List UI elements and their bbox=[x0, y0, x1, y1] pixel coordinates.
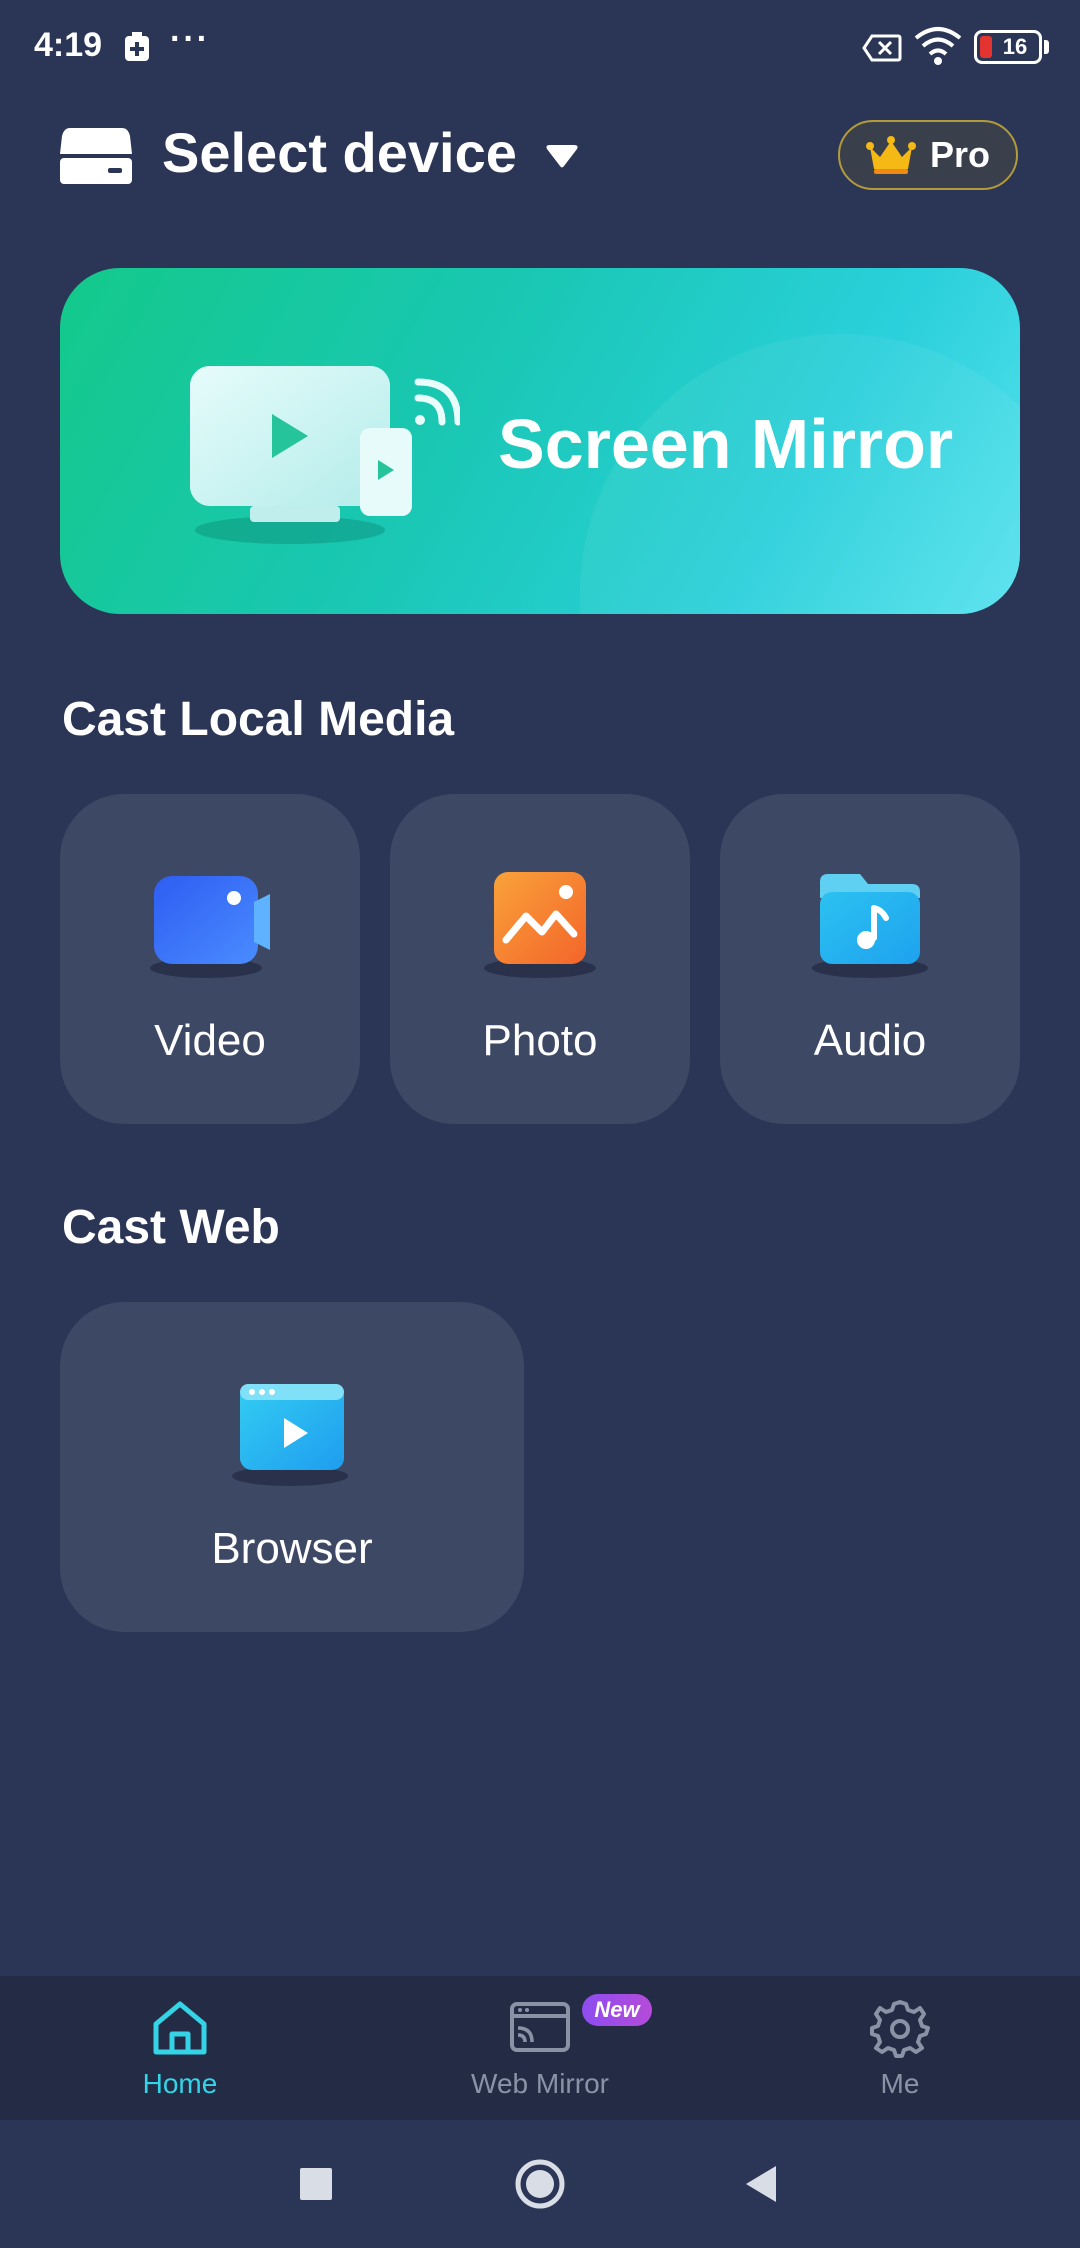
caret-down-icon bbox=[546, 144, 578, 167]
battery-icon: 16 bbox=[974, 30, 1042, 64]
cast-web-title: Cast Web bbox=[62, 1201, 280, 1254]
video-camera-icon bbox=[150, 876, 270, 978]
status-time: 4:19 bbox=[34, 26, 103, 64]
battery-saver-icon bbox=[125, 32, 149, 61]
nav-home-label: Home bbox=[142, 2068, 218, 2099]
pro-button[interactable]: Pro bbox=[838, 120, 1018, 190]
home-icon bbox=[153, 2001, 207, 2055]
browser-play-icon bbox=[232, 1384, 348, 1486]
crown-icon bbox=[865, 136, 916, 174]
recent-apps-button[interactable] bbox=[286, 2154, 346, 2214]
no-sim-icon bbox=[862, 34, 902, 62]
tv-phone-cast-icon bbox=[190, 366, 460, 544]
web-mirror-icon bbox=[510, 2002, 570, 2052]
music-folder-icon bbox=[812, 874, 928, 978]
nav-home[interactable]: Home bbox=[50, 1976, 310, 2120]
screen-mirror-label: Screen Mirror bbox=[498, 405, 954, 483]
screen-mirror-card[interactable]: Screen Mirror bbox=[60, 268, 1020, 614]
battery-tip bbox=[1044, 40, 1049, 54]
audio-tile[interactable]: Audio bbox=[720, 794, 1020, 1124]
gear-icon bbox=[870, 2000, 930, 2058]
browser-label: Browser bbox=[211, 1524, 373, 1573]
bottom-navigation: Home New Web Mirror Me bbox=[0, 1976, 1080, 2120]
status-bar: 4:19 ··· 16 bbox=[0, 0, 1080, 96]
browser-tile[interactable]: Browser bbox=[60, 1302, 524, 1632]
new-badge: New bbox=[582, 1994, 652, 2026]
select-device-dropdown[interactable]: Select device bbox=[162, 120, 579, 185]
wifi-icon bbox=[914, 27, 962, 65]
system-navigation-bar bbox=[0, 2120, 1080, 2248]
photo-tile[interactable]: Photo bbox=[390, 794, 690, 1124]
pro-label: Pro bbox=[929, 134, 990, 175]
display-device-icon bbox=[60, 128, 132, 184]
photo-label: Photo bbox=[482, 1016, 598, 1065]
cast-local-media-title: Cast Local Media bbox=[62, 693, 455, 746]
nav-web-mirror-label: Web Mirror bbox=[471, 2068, 609, 2099]
status-more-dots: ··· bbox=[170, 20, 210, 58]
select-device-label: Select device bbox=[162, 121, 517, 184]
audio-label: Audio bbox=[813, 1016, 927, 1065]
app-screen: 4:19 ··· 16 Select device Pro Screen Mir… bbox=[0, 0, 1080, 2248]
nav-web-mirror[interactable]: New Web Mirror bbox=[410, 1976, 670, 2120]
home-button[interactable] bbox=[510, 2154, 570, 2214]
nav-me[interactable]: Me bbox=[770, 1976, 1030, 2120]
video-tile[interactable]: Video bbox=[60, 794, 360, 1124]
back-button[interactable] bbox=[734, 2154, 794, 2214]
video-label: Video bbox=[154, 1016, 266, 1065]
photo-icon bbox=[484, 872, 596, 978]
nav-me-label: Me bbox=[880, 2068, 920, 2099]
battery-level-text: 16 bbox=[1002, 34, 1028, 59]
